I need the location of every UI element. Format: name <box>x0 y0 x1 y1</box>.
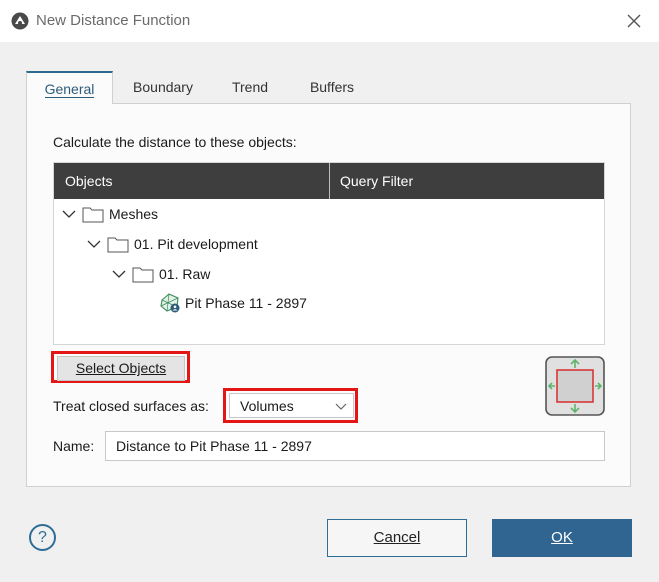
name-field[interactable] <box>105 431 605 461</box>
close-icon[interactable] <box>625 12 643 30</box>
tree-node-label: 01. Raw <box>159 266 211 282</box>
calc-distance-label: Calculate the distance to these objects: <box>53 134 297 150</box>
title-bar: New Distance Function <box>0 0 659 42</box>
treat-surfaces-select[interactable]: Volumes <box>229 393 354 418</box>
select-objects-button[interactable]: Select Objects <box>57 356 185 381</box>
tree-node-label: 01. Pit development <box>134 236 258 252</box>
chevron-down-icon <box>335 403 347 410</box>
folder-icon <box>82 207 104 222</box>
cancel-button[interactable]: Cancel <box>327 519 467 557</box>
folder-icon <box>107 237 129 252</box>
tab-trend[interactable]: Trend <box>222 71 278 104</box>
column-divider[interactable] <box>329 163 330 199</box>
column-header-query-filter[interactable]: Query Filter <box>340 173 413 189</box>
tree-node-raw[interactable]: 01. Raw <box>110 263 210 285</box>
tree-node-pit-development[interactable]: 01. Pit development <box>85 233 258 255</box>
app-logo-icon <box>11 12 29 30</box>
tree-node-label: Pit Phase 11 - 2897 <box>185 295 307 311</box>
window-title: New Distance Function <box>36 12 191 29</box>
name-label: Name: <box>53 438 95 454</box>
tab-boundary[interactable]: Boundary <box>120 71 206 104</box>
chevron-down-icon[interactable] <box>110 265 128 283</box>
treat-surfaces-value: Volumes <box>240 398 294 414</box>
tree-node-pit-phase[interactable]: Pit Phase 11 - 2897 <box>159 292 307 314</box>
treat-surfaces-label: Treat closed surfaces as: <box>53 398 209 414</box>
tab-buffers[interactable]: Buffers <box>297 71 367 104</box>
help-icon[interactable]: ? <box>29 524 56 551</box>
mesh-icon <box>160 293 180 313</box>
folder-icon <box>132 267 154 282</box>
tree-node-meshes[interactable]: Meshes <box>60 203 158 225</box>
column-header-objects[interactable]: Objects <box>65 173 112 189</box>
ok-button[interactable]: OK <box>492 519 632 557</box>
tree-header: Objects Query Filter <box>54 163 604 199</box>
tree-node-label: Meshes <box>109 206 159 222</box>
chevron-down-icon[interactable] <box>60 205 78 223</box>
tab-general[interactable]: General <box>26 71 113 104</box>
objects-tree[interactable]: Objects Query Filter Meshes 01. Pit deve… <box>53 162 605 345</box>
volume-mode-icon[interactable] <box>545 356 605 416</box>
chevron-down-icon[interactable] <box>85 235 103 253</box>
